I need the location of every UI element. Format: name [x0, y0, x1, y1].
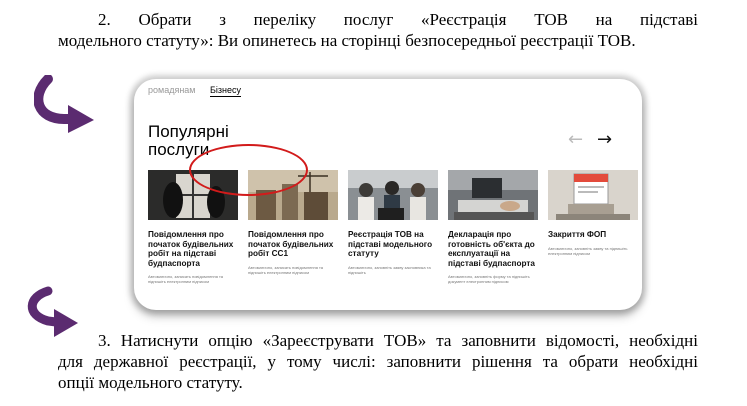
instruction-step-2: 2. Обрати з переліку послуг «Реєстрація … — [58, 9, 698, 51]
heading-line-1: Популярні — [148, 122, 229, 141]
highlight-oval — [189, 144, 308, 196]
card-title: Реєстрація ТОВ на підставі модельного ст… — [348, 230, 433, 259]
card-title: Повідомлення про початок будівельних роб… — [248, 230, 334, 259]
card-description: Автоматично, заповніть заяву та підпишіт… — [548, 245, 628, 256]
audience-tabs: ромадянам Бізнесу — [148, 85, 253, 97]
tab-business[interactable]: Бізнесу — [210, 85, 242, 97]
diia-popular-services-screenshot: ромадянам Бізнесу Популярні послуги ← → … — [134, 79, 642, 310]
card-title: Закриття ФОП — [548, 230, 607, 239]
card-title: Повідомлення про початок будівельних роб… — [148, 230, 234, 268]
tab-citizens[interactable]: ромадянам — [148, 85, 196, 95]
next-arrow-icon[interactable]: → — [597, 129, 612, 150]
card-description: Автоматично, записать повідомлення та пі… — [148, 274, 224, 285]
step-3-line-1: 3. Натиснути опцію «Зареєструвати ТОВ» т… — [98, 331, 698, 350]
card-description: Автоматично, записать повідомлення та пі… — [248, 264, 324, 275]
prev-arrow-icon[interactable]: ← — [568, 129, 583, 150]
service-card[interactable]: Закриття ФОП Автоматично, заповніть заяв… — [548, 170, 638, 256]
card-image — [548, 170, 638, 220]
step-2-line-1: 2. Обрати з переліку послуг «Реєстрація … — [98, 10, 698, 29]
service-card[interactable]: Декларація про готовність об'єкта до екс… — [448, 170, 538, 284]
service-card[interactable]: Реєстрація ТОВ на підставі модельного ст… — [348, 170, 438, 275]
card-description: Автоматично, заповніть заяву засновника … — [348, 264, 431, 275]
card-image — [348, 170, 438, 220]
curved-arrow-icon — [34, 75, 94, 133]
step-3-line-3: опції модельного статуту. — [58, 373, 243, 392]
step-3-line-2: для державної реєстрації, у тому числі: … — [58, 352, 698, 371]
card-image — [448, 170, 538, 220]
instruction-step-3: 3. Натиснути опцію «Зареєструвати ТОВ» т… — [58, 330, 698, 393]
card-description: Автоматично, заповніть форму та підпишіт… — [448, 274, 530, 285]
card-title: Декларація про готовність об'єкта до екс… — [448, 230, 535, 268]
step-2-line-2: модельного статуту»: Ви опинетесь на сто… — [58, 31, 636, 50]
